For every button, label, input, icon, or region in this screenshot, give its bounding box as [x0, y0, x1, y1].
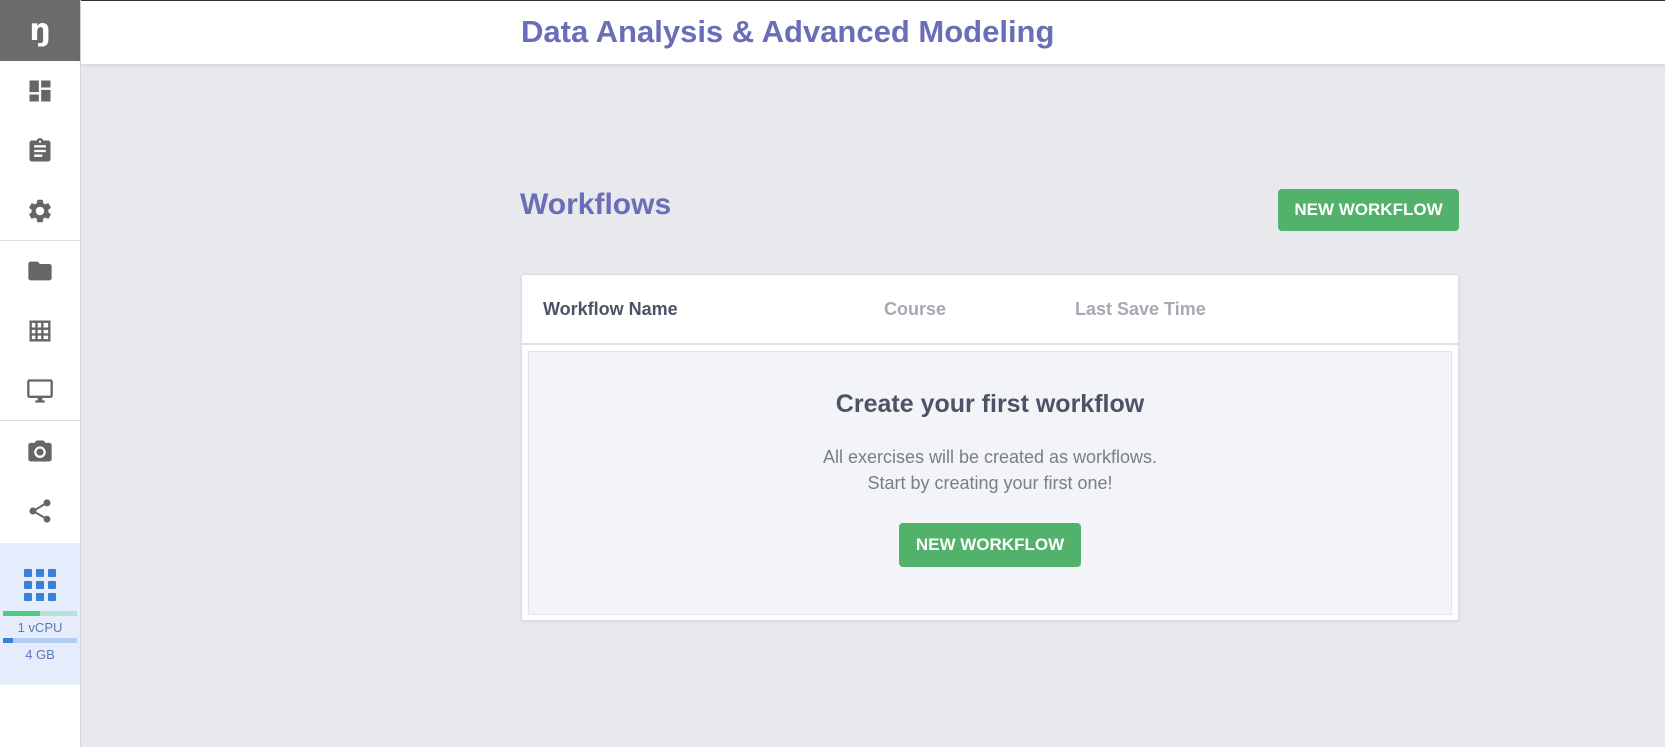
page-title: Workflows	[520, 188, 672, 221]
cpu-usage-fill	[3, 611, 40, 616]
sidebar-item-tables[interactable]	[0, 301, 80, 361]
empty-state-description-line1: All exercises will be created as workflo…	[822, 447, 1158, 467]
memory-usage-fill	[3, 638, 14, 643]
workflows-table: Workflow Name Course Last Save Time Crea…	[521, 274, 1459, 621]
app-logo[interactable]: ŋ	[0, 0, 80, 61]
monitor-icon	[27, 378, 53, 403]
memory-usage-bar	[3, 638, 77, 643]
page-header-title: Data Analysis & Advanced Modeling	[521, 14, 1055, 49]
sidebar-item-assignments[interactable]	[0, 121, 80, 181]
empty-state-new-workflow-button[interactable]: NEW WORKFLOW	[899, 523, 1081, 567]
gear-icon	[29, 199, 51, 222]
column-header-course[interactable]: Course	[884, 299, 946, 320]
sidebar-item-settings[interactable]	[0, 181, 80, 241]
folder-icon	[28, 261, 52, 281]
table-icon	[29, 320, 51, 342]
empty-state-description-line2: Start by creating your first one!	[867, 473, 1113, 493]
camera-icon	[28, 440, 52, 462]
dashboard-icon	[29, 80, 51, 102]
apps-grid-icon[interactable]	[24, 569, 56, 601]
sidebar-item-dashboard[interactable]	[0, 61, 80, 121]
resource-panel: 1 vCPU 4 GB	[0, 543, 80, 685]
new-workflow-button[interactable]: NEW WORKFLOW	[1278, 189, 1459, 231]
empty-state-title: Create your first workflow	[835, 390, 1145, 418]
sidebar-item-files[interactable]	[0, 241, 80, 301]
column-header-workflow-name[interactable]: Workflow Name	[543, 299, 678, 320]
top-header: Data Analysis & Advanced Modeling	[81, 0, 1665, 64]
table-header: Workflow Name Course Last Save Time	[522, 275, 1458, 345]
share-icon	[29, 499, 51, 523]
sidebar-item-snapshot[interactable]	[0, 421, 80, 481]
clipboard-icon	[29, 138, 51, 162]
sidebar-item-desktop[interactable]	[0, 361, 80, 421]
empty-state: Create your first workflow All exercises…	[528, 351, 1452, 615]
cpu-usage-bar	[3, 611, 77, 616]
memory-label: 4 GB	[25, 647, 55, 662]
sidebar: ŋ 1 vCPU 4 GB	[0, 0, 81, 747]
cpu-label: 1 vCPU	[17, 620, 63, 635]
sidebar-item-share[interactable]	[0, 481, 80, 541]
column-header-last-save-time[interactable]: Last Save Time	[1075, 299, 1206, 320]
